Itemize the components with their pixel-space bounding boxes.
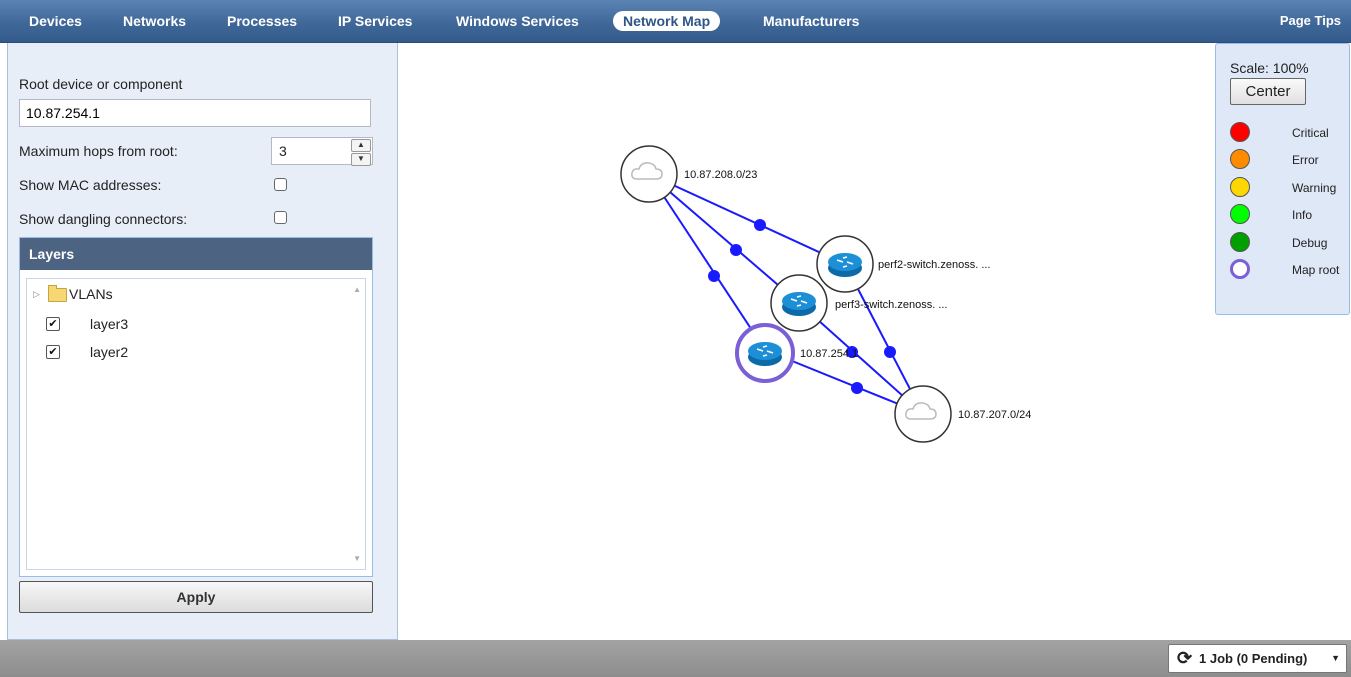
tree-item-layer2: ✔ layer2 [27, 341, 365, 363]
stepper-up-icon[interactable]: ▲ [351, 139, 371, 152]
show-mac-checkbox[interactable] [274, 178, 287, 191]
show-dangling-label: Show dangling connectors: [19, 211, 188, 227]
node-label: 10.87.208.0/23 [684, 169, 757, 181]
map-node-network[interactable]: 10.87.207.0/24 [894, 385, 1031, 443]
show-mac-label: Show MAC addresses: [19, 177, 162, 193]
layers-title: Layers [20, 238, 372, 270]
status-bar: ⟳ 1 Job (0 Pending) ▼ [0, 640, 1351, 677]
max-hops-stepper[interactable]: 3 ▲ ▼ [271, 137, 373, 166]
network-map-canvas[interactable]: 10.87.208.0/23 perf2-switch.zenoss. ... … [399, 43, 1351, 640]
layer2-checkbox[interactable]: ✔ [46, 345, 60, 359]
legend-label: Info [1292, 208, 1313, 222]
link-connector-dot[interactable] [730, 244, 742, 256]
stepper-buttons: ▲ ▼ [351, 139, 371, 166]
show-dangling-checkbox[interactable] [274, 211, 287, 224]
map-legend: Scale: 100% Center Critical Error Warnin… [1215, 43, 1350, 315]
jobs-label: 1 Job (0 Pending) [1199, 651, 1308, 666]
map-root-ring-icon [1230, 259, 1250, 279]
layers-tree: ▷ VLANs ✔ layer3 ✔ layer2 ▲ ▼ [26, 278, 366, 570]
warning-dot-icon [1230, 177, 1250, 197]
link-line [648, 173, 800, 304]
map-node-root[interactable]: 10.87.254.1 [735, 323, 858, 383]
node-label: perf2-switch.zenoss. ... [878, 259, 991, 271]
info-dot-icon [1230, 204, 1250, 224]
tab-windows-services[interactable]: Windows Services [456, 11, 579, 31]
tree-item-vlans[interactable]: ▷ VLANs [27, 283, 365, 305]
critical-dot-icon [1230, 122, 1250, 142]
router-icon-top [748, 342, 782, 360]
refresh-icon: ⟳ [1177, 648, 1193, 668]
scroll-down-icon[interactable]: ▼ [353, 554, 361, 563]
stepper-down-icon[interactable]: ▼ [351, 153, 371, 166]
root-device-input[interactable] [19, 99, 371, 127]
node-label: 10.87.207.0/24 [958, 409, 1031, 421]
legend-label: Error [1292, 153, 1319, 167]
scale-label: Scale: 100% [1230, 60, 1309, 76]
tree-item-layer3: ✔ layer3 [27, 313, 365, 335]
folder-icon [48, 285, 67, 302]
legend-label: Critical [1292, 126, 1329, 140]
max-hops-label: Maximum hops from root: [19, 143, 178, 159]
tab-ip-services[interactable]: IP Services [338, 11, 412, 31]
layer3-checkbox[interactable]: ✔ [46, 317, 60, 331]
error-dot-icon [1230, 149, 1250, 169]
map-options-panel: Root device or component Maximum hops fr… [7, 43, 398, 640]
router-icon-top [828, 253, 862, 271]
page-tips-link[interactable]: Page Tips [1280, 13, 1341, 28]
map-node-network[interactable]: 10.87.208.0/23 [620, 145, 757, 203]
expand-arrow-icon[interactable]: ▷ [33, 283, 40, 305]
tab-networks[interactable]: Networks [123, 11, 186, 31]
network-map-svg: 10.87.208.0/23 perf2-switch.zenoss. ... … [620, 145, 1031, 443]
layers-panel: Layers ▷ VLANs ✔ layer3 ✔ layer2 ▲ ▼ [19, 237, 373, 577]
root-device-label: Root device or component [19, 76, 183, 92]
tab-network-map[interactable]: Network Map [613, 11, 721, 31]
tree-item-label: layer3 [90, 316, 129, 332]
jobs-button[interactable]: ⟳ 1 Job (0 Pending) ▼ [1168, 644, 1347, 673]
link-connector-dot[interactable] [851, 382, 863, 394]
node-label: 10.87.254.1 [800, 348, 858, 360]
link-connector-dot[interactable] [884, 346, 896, 358]
tab-processes[interactable]: Processes [227, 11, 297, 31]
tree-item-label: VLANs [69, 286, 113, 302]
map-node-router[interactable]: perf2-switch.zenoss. ... [816, 235, 991, 293]
legend-label: Debug [1292, 236, 1328, 250]
chevron-down-icon: ▼ [1331, 653, 1340, 663]
tab-manufacturers[interactable]: Manufacturers [763, 11, 859, 31]
legend-label: Map root [1292, 263, 1340, 277]
scroll-up-icon[interactable]: ▲ [353, 285, 361, 294]
max-hops-value: 3 [279, 143, 287, 159]
link-connector-dot[interactable] [708, 270, 720, 282]
tab-devices[interactable]: Devices [29, 11, 82, 31]
link-connector-dot[interactable] [754, 219, 766, 231]
router-icon-top [782, 292, 816, 310]
top-navigation: Devices Networks Processes IP Services W… [0, 0, 1351, 43]
node-label: perf3-switch.zenoss. ... [835, 299, 948, 311]
debug-dot-icon [1230, 232, 1250, 252]
center-button[interactable]: Center [1230, 78, 1306, 105]
legend-label: Warning [1292, 181, 1337, 195]
tree-item-label: layer2 [90, 344, 129, 360]
apply-button[interactable]: Apply [19, 581, 373, 613]
